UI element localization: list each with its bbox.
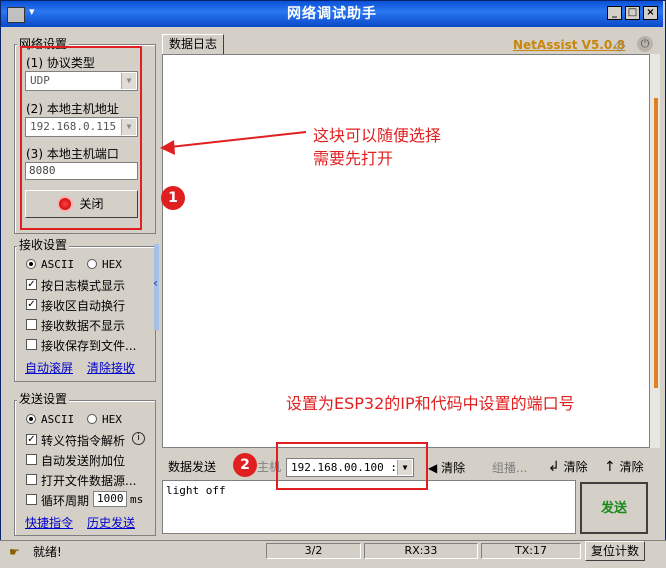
annotation-badge-1: 1 xyxy=(161,186,185,210)
hand-icon: ☛ xyxy=(9,545,20,559)
power-icon[interactable]: ⏻ xyxy=(637,36,653,52)
receive-hex-label: HEX xyxy=(102,258,122,271)
cycle-label: 循环周期 xyxy=(41,494,90,508)
send-button[interactable]: 发送 xyxy=(580,482,648,534)
clear-all-button[interactable]: ↑ 清除 xyxy=(604,458,644,475)
history-send-link[interactable]: 历史发送 xyxy=(87,514,135,531)
annotation-note-2: 设置为ESP32的IP和代码中设置的端口号 xyxy=(286,394,575,413)
close-button[interactable]: × xyxy=(643,6,658,20)
clear-receive-link[interactable]: 清除接收 xyxy=(87,359,135,376)
send-hex-label: HEX xyxy=(102,413,122,426)
info-icon[interactable]: i xyxy=(132,432,145,445)
send-settings-label: 发送设置 xyxy=(17,390,70,407)
annotation-arrow xyxy=(160,131,307,155)
tab-data-send[interactable]: 数据发送 xyxy=(162,456,222,478)
annotation-note-1-line2: 需要先打开 xyxy=(313,149,394,168)
window-title: 网络调试助手 xyxy=(287,6,377,22)
clear-send-label: 清除 xyxy=(563,460,588,474)
annotation-box-host xyxy=(276,442,428,490)
auto-wrap-label: 接收区自动换行 xyxy=(41,299,126,313)
arrow-down-left-icon: ↲ xyxy=(548,459,560,475)
receive-ascii-label: ASCII xyxy=(41,258,75,271)
annotation-note-1-line1: 这块可以随便选择 xyxy=(313,126,442,145)
status-count: 3/2 xyxy=(266,543,361,559)
hide-data-label: 接收数据不显示 xyxy=(41,319,126,333)
log-scrollbar[interactable] xyxy=(650,54,660,448)
multicast-button[interactable]: 组播... xyxy=(492,459,527,476)
title-bar[interactable]: ▾ 网络调试助手 _ □ × xyxy=(1,1,663,27)
status-ready: 就绪! xyxy=(33,545,62,559)
maximize-button[interactable]: □ xyxy=(625,6,640,20)
receive-settings-label: 接收设置 xyxy=(17,236,70,253)
file-source-label: 打开文件数据源... xyxy=(41,474,137,488)
save-to-file-checkbox[interactable] xyxy=(26,339,37,350)
log-mode-checkbox[interactable]: ✓ xyxy=(26,279,37,290)
log-scrollbar-thumb[interactable] xyxy=(654,98,658,388)
arrow-left-icon: ◀ xyxy=(428,461,438,475)
annotation-box-network xyxy=(20,46,142,230)
auto-append-label: 自动发送附加位 xyxy=(41,454,126,468)
status-rx: RX:33 xyxy=(364,543,478,559)
collapse-arrow-icon[interactable]: ‹ xyxy=(153,276,158,290)
hide-data-checkbox[interactable] xyxy=(26,319,37,330)
file-source-checkbox[interactable] xyxy=(26,474,37,485)
minimize-button[interactable]: _ xyxy=(607,6,622,20)
status-tx: TX:17 xyxy=(481,543,581,559)
clear-host-label: 清除 xyxy=(441,461,466,475)
tab-data-log[interactable]: 数据日志 xyxy=(162,34,224,54)
cycle-checkbox[interactable] xyxy=(26,494,37,505)
receive-ascii-radio[interactable] xyxy=(26,259,36,269)
auto-append-checkbox[interactable] xyxy=(26,454,37,465)
brand-link[interactable]: NetAssist V5.0.8 xyxy=(513,38,625,52)
auto-scroll-link[interactable]: 自动滚屏 xyxy=(25,359,73,376)
cycle-unit: ms xyxy=(130,493,144,506)
save-to-file-label: 接收保存到文件... xyxy=(41,339,137,353)
escape-parse-checkbox[interactable]: ✓ xyxy=(26,434,37,445)
diamond-icon[interactable]: ◇ xyxy=(614,36,626,54)
reset-count-button[interactable]: 复位计数 xyxy=(585,541,645,561)
send-hex-radio[interactable] xyxy=(87,414,97,424)
cycle-input[interactable]: 1000 xyxy=(93,491,127,507)
log-mode-label: 按日志模式显示 xyxy=(41,279,126,293)
arrow-up-icon: ↑ xyxy=(604,459,616,475)
escape-parse-label: 转义符指令解析 xyxy=(41,434,126,448)
receive-log-area[interactable] xyxy=(162,54,650,448)
send-ascii-label: ASCII xyxy=(41,413,75,426)
clear-send-button[interactable]: ↲ 清除 xyxy=(548,458,588,475)
send-ascii-radio[interactable] xyxy=(26,414,36,424)
auto-wrap-checkbox[interactable]: ✓ xyxy=(26,299,37,310)
quick-command-link[interactable]: 快捷指令 xyxy=(25,514,73,531)
annotation-badge-2: 2 xyxy=(233,453,257,477)
clear-all-label: 清除 xyxy=(619,460,644,474)
clear-host-button[interactable]: ◀ 清除 xyxy=(428,459,465,476)
receive-hex-radio[interactable] xyxy=(87,259,97,269)
